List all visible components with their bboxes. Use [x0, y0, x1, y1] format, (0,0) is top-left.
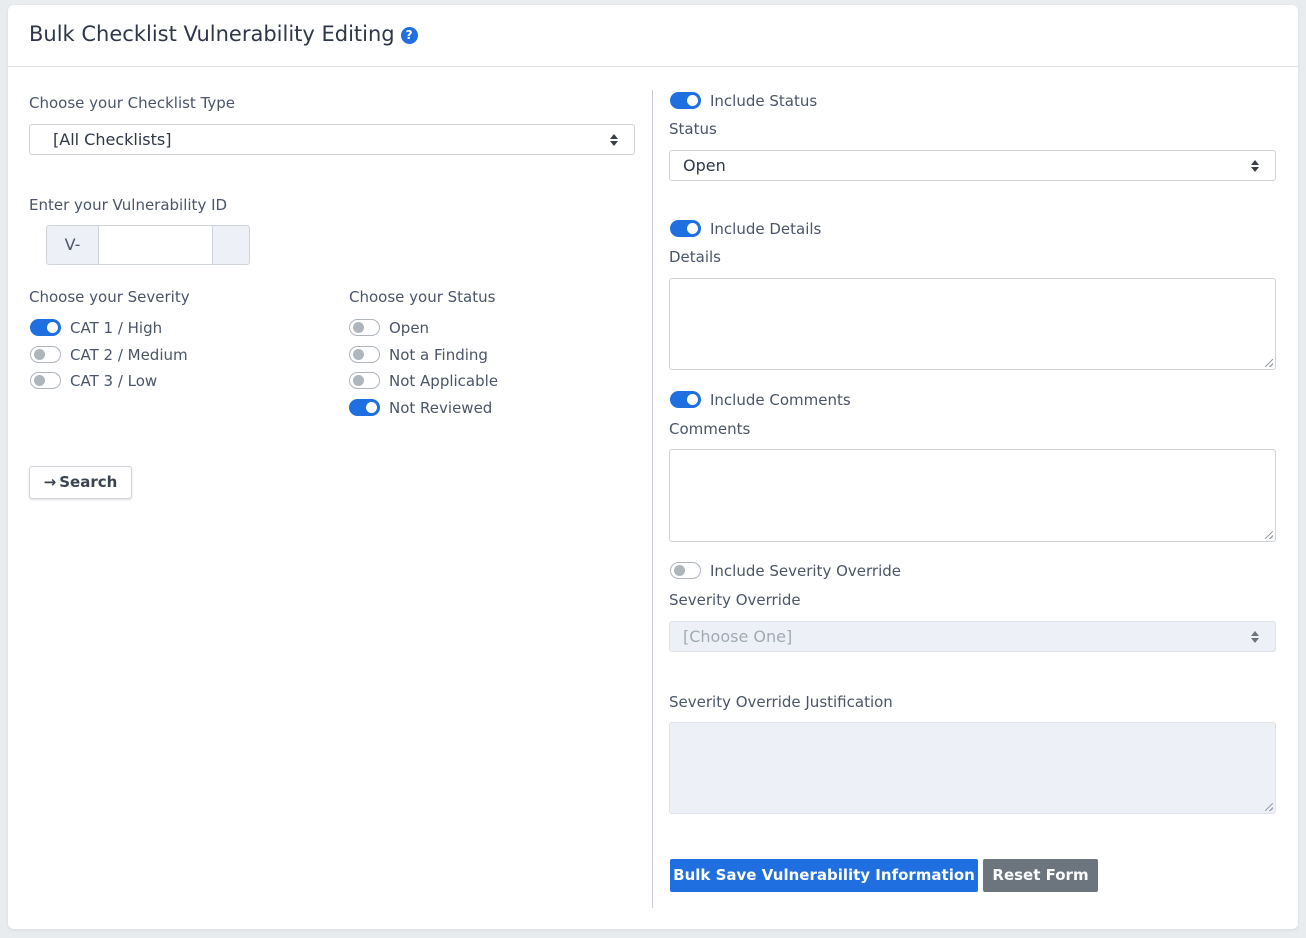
select-caret-icon — [610, 134, 618, 146]
toggle-switch[interactable] — [30, 372, 61, 389]
toggle-knob — [34, 375, 45, 386]
toggle-knob — [687, 394, 698, 405]
checklist-type-label: Choose your Checklist Type — [29, 94, 236, 112]
severity-option-label: CAT 1 / High — [70, 319, 163, 337]
vuln-id-input[interactable] — [98, 225, 213, 265]
page-title-text: Bulk Checklist Vulnerability Editing — [29, 22, 395, 46]
justification-textarea — [669, 722, 1276, 814]
toggle-knob — [353, 349, 364, 360]
bulk-save-button[interactable]: Bulk Save Vulnerability Information — [670, 859, 978, 892]
comments-label: Comments — [669, 420, 751, 438]
search-button[interactable]: → Search — [29, 466, 132, 499]
status-option-label: Not Applicable — [389, 372, 499, 390]
comments-textarea[interactable] — [669, 449, 1276, 542]
severity-override-value: [Choose One] — [683, 627, 793, 646]
select-caret-icon — [1251, 160, 1259, 172]
toggle-knob — [353, 322, 364, 333]
reset-form-button[interactable]: Reset Form — [983, 859, 1098, 892]
vuln-id-label: Enter your Vulnerability ID — [29, 196, 228, 214]
card-header: Bulk Checklist Vulnerability Editing? — [8, 5, 1298, 67]
toggle-switch[interactable] — [30, 319, 61, 336]
checklist-type-value: [All Checklists] — [53, 130, 172, 149]
toggle-switch[interactable] — [349, 372, 380, 389]
vuln-id-input-group: V- — [46, 225, 250, 265]
resize-grip-icon[interactable] — [1265, 359, 1273, 367]
details-textarea[interactable] — [669, 278, 1276, 370]
status-option-label: Not Reviewed — [389, 399, 493, 417]
toggle-switch[interactable] — [349, 319, 380, 336]
toggle-knob — [34, 349, 45, 360]
toggle-knob — [674, 565, 685, 576]
toggle-knob — [687, 223, 698, 234]
resize-grip-icon — [1265, 803, 1273, 811]
include-details-label: Include Details — [710, 220, 822, 238]
search-button-label: Search — [59, 473, 118, 491]
severity-label: Choose your Severity — [29, 288, 190, 306]
vuln-id-suffix — [212, 225, 250, 265]
select-caret-icon — [1251, 631, 1259, 643]
column-divider — [652, 90, 653, 908]
vuln-id-prefix: V- — [46, 225, 99, 265]
status-option-label: Not a Finding — [389, 346, 488, 364]
toggle-switch[interactable] — [349, 346, 380, 363]
status-select[interactable]: Open — [669, 150, 1276, 181]
toggle-switch[interactable] — [670, 391, 701, 408]
severity-override-select: [Choose One] — [669, 621, 1276, 652]
severity-option-label: CAT 3 / Low — [70, 372, 158, 390]
arrow-right-icon: → — [43, 473, 57, 491]
severity-option-label: CAT 2 / Medium — [70, 346, 188, 364]
toggle-switch[interactable] — [670, 562, 701, 579]
question-circle-icon[interactable]: ? — [400, 27, 418, 44]
include-severity-override-label: Include Severity Override — [710, 562, 901, 580]
toggle-switch[interactable] — [30, 346, 61, 363]
toggle-knob — [47, 322, 58, 333]
checklist-type-select[interactable]: [All Checklists] — [29, 124, 635, 155]
details-label: Details — [669, 248, 722, 266]
include-comments-label: Include Comments — [710, 391, 851, 409]
toggle-knob — [687, 95, 698, 106]
include-status-label: Include Status — [710, 92, 818, 110]
toggle-switch[interactable] — [670, 220, 701, 237]
toggle-knob — [353, 375, 364, 386]
justification-label: Severity Override Justification — [669, 693, 893, 711]
bulk-edit-card: Bulk Checklist Vulnerability Editing? Ch… — [8, 5, 1298, 929]
status-label: Status — [669, 120, 717, 138]
toggle-switch[interactable] — [349, 399, 380, 416]
page-title: Bulk Checklist Vulnerability Editing? — [29, 22, 418, 46]
severity-override-label: Severity Override — [669, 591, 801, 609]
resize-grip-icon[interactable] — [1265, 531, 1273, 539]
status-option-label: Open — [389, 319, 430, 337]
toggle-knob — [366, 402, 377, 413]
status-select-value: Open — [683, 156, 726, 175]
toggle-switch[interactable] — [670, 92, 701, 109]
status-filter-label: Choose your Status — [349, 288, 496, 306]
